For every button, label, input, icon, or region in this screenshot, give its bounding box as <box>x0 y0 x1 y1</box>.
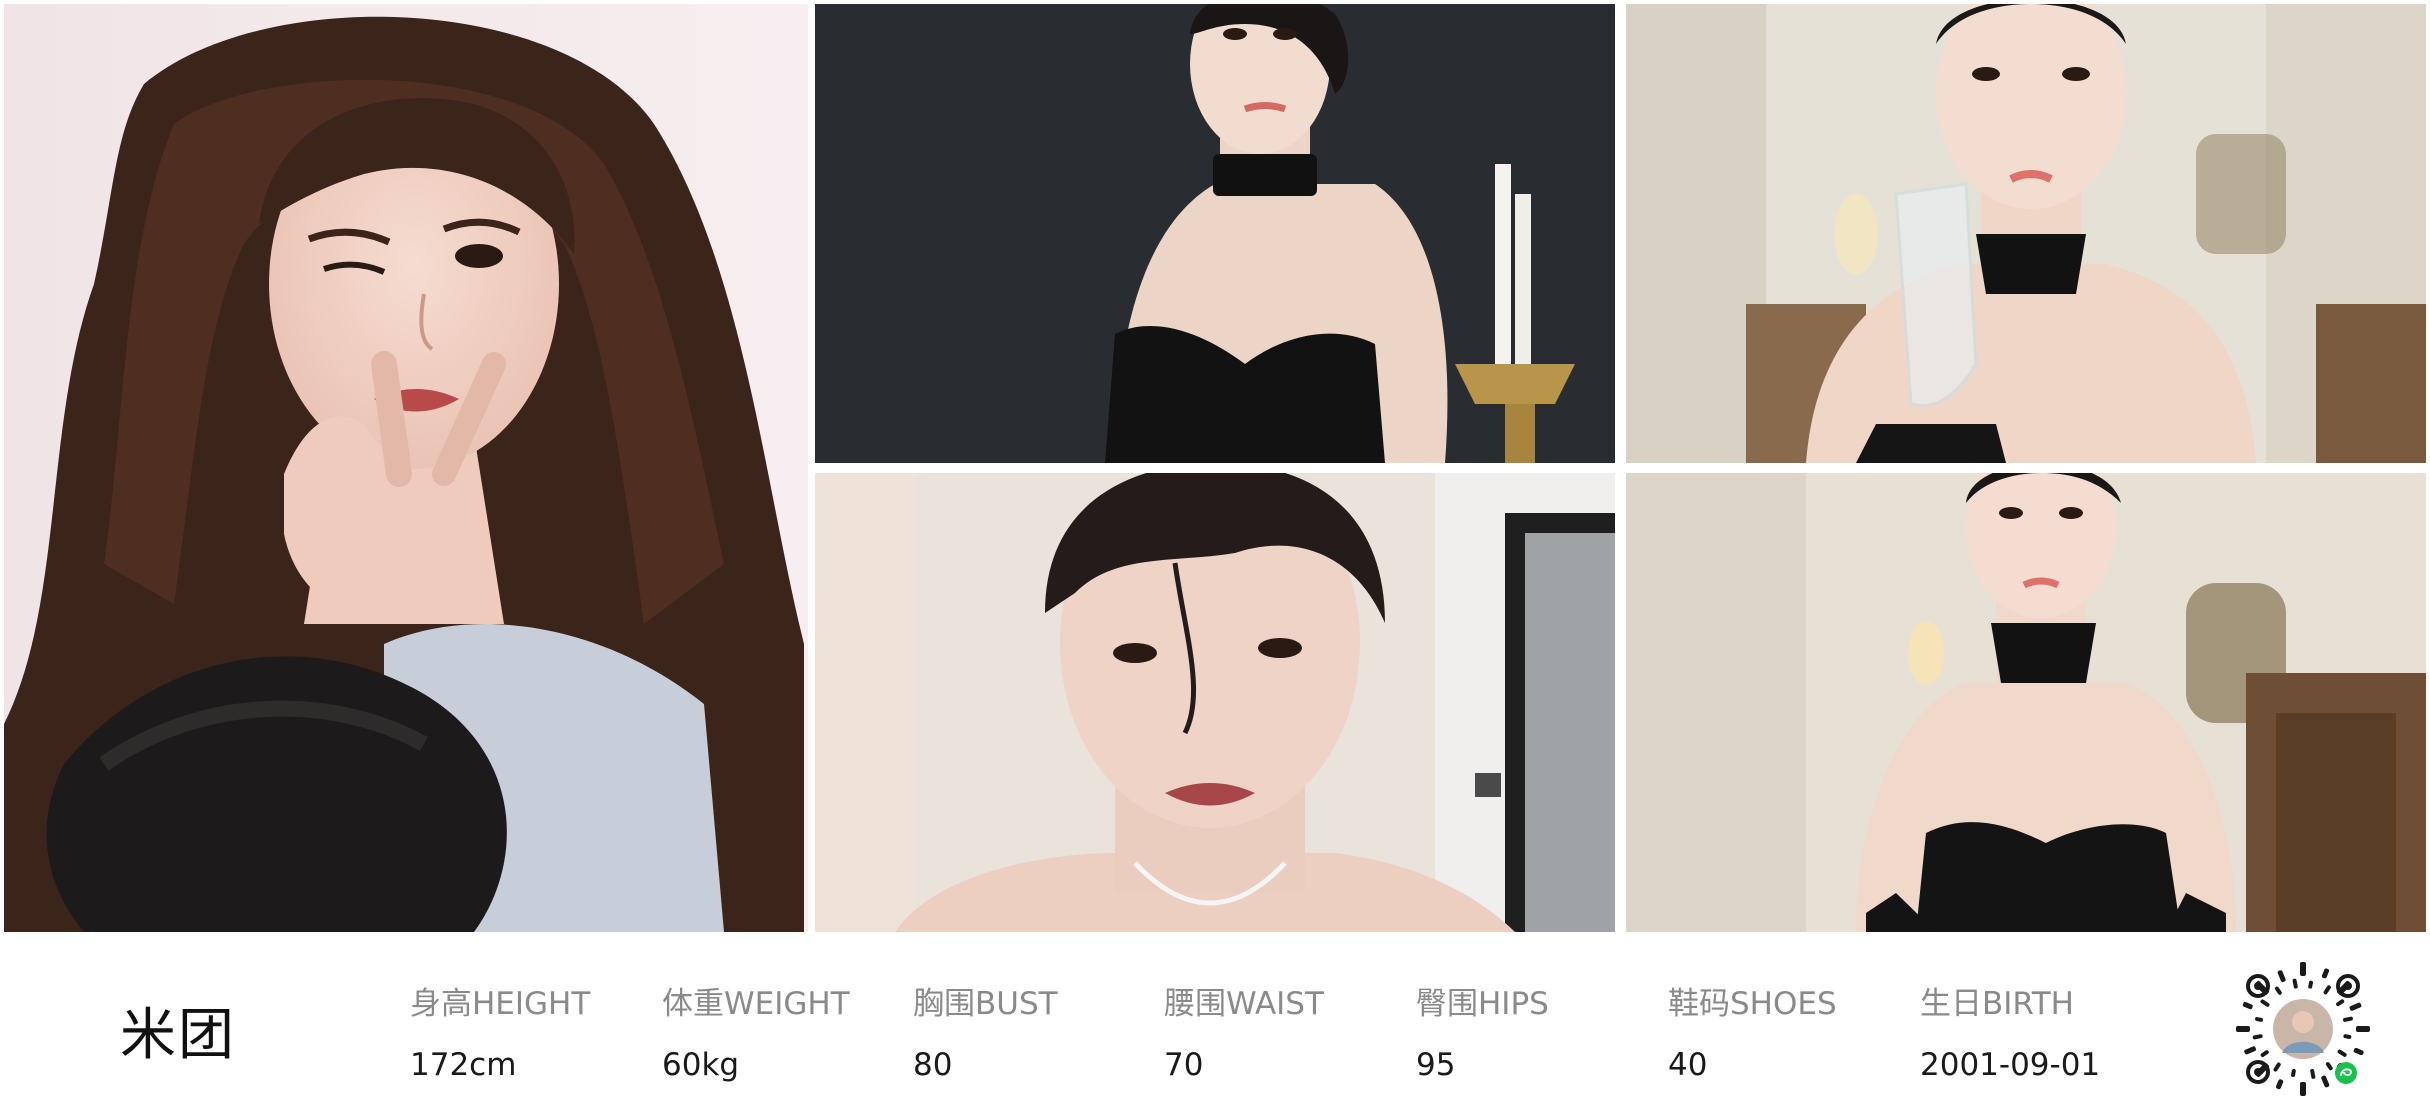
stat-birth: 生日BIRTH 2001-09-01 <box>1920 978 2100 1083</box>
model-info-bar: 米团 身高HEIGHT 172cm 体重WEIGHT 60kg 胸围BUST 8… <box>0 940 2430 1116</box>
stat-hips: 臀围HIPS 95 <box>1416 978 1549 1083</box>
stat-shoes-value: 40 <box>1668 1047 1708 1083</box>
stat-height-label: 身高HEIGHT <box>410 986 591 1022</box>
stat-height: 身高HEIGHT 172cm <box>410 978 590 1083</box>
stat-bust-label: 胸围BUST <box>913 986 1058 1022</box>
stat-waist-value: 70 <box>1164 1047 1204 1083</box>
main-portrait-photo <box>4 4 808 932</box>
photo-grid <box>0 0 2430 940</box>
stat-shoes-label: 鞋码SHOES <box>1668 986 1837 1022</box>
stat-bust: 胸围BUST 80 <box>913 978 1058 1083</box>
stat-hips-value: 95 <box>1416 1047 1456 1083</box>
stat-weight-value: 60kg <box>662 1047 740 1083</box>
studio-photo-candles <box>815 4 1615 463</box>
mini-program-qr-code-icon[interactable] <box>2232 958 2374 1100</box>
stat-birth-value: 2001-09-01 <box>1920 1047 2101 1083</box>
stat-waist-label: 腰围WAIST <box>1164 986 1324 1022</box>
stat-weight-label: 体重WEIGHT <box>662 986 850 1022</box>
stat-bust-value: 80 <box>913 1047 953 1083</box>
studio-photo-glass <box>1626 4 2426 463</box>
stat-shoes: 鞋码SHOES 40 <box>1668 978 1837 1083</box>
stat-waist: 腰围WAIST 70 <box>1164 978 1324 1083</box>
model-name: 米团 <box>120 1003 236 1068</box>
model-comp-card: 米团 身高HEIGHT 172cm 体重WEIGHT 60kg 胸围BUST 8… <box>0 0 2430 1116</box>
stat-height-value: 172cm <box>410 1047 517 1083</box>
selfie-photo <box>815 473 1615 932</box>
stat-weight: 体重WEIGHT 60kg <box>662 978 850 1083</box>
stat-hips-label: 臀围HIPS <box>1416 986 1549 1022</box>
stat-birth-label: 生日BIRTH <box>1920 986 2074 1022</box>
studio-photo-interior <box>1626 473 2426 932</box>
